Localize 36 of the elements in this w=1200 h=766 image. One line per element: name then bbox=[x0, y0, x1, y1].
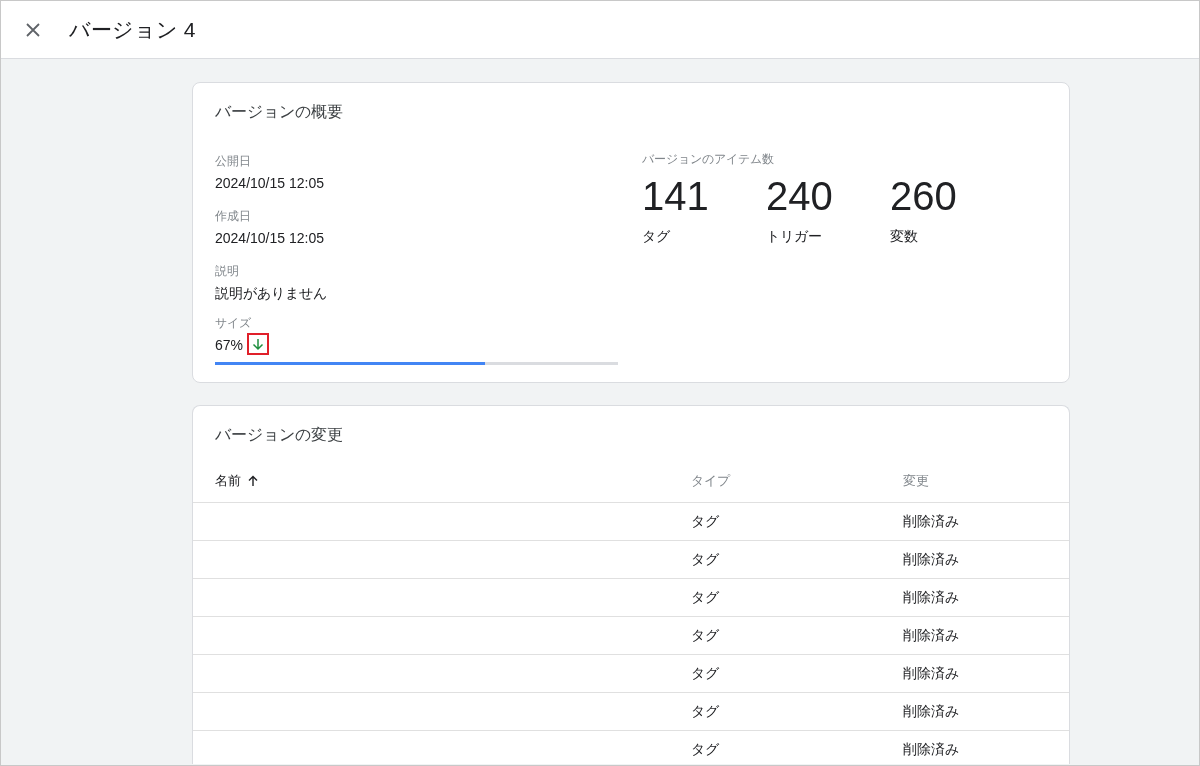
table-cell: タグ bbox=[691, 741, 719, 757]
table-cell: 削除済み bbox=[903, 551, 959, 567]
count-label: 変数 bbox=[890, 227, 919, 246]
table-cell: タグ bbox=[691, 703, 719, 719]
count-value: 240 bbox=[766, 176, 834, 216]
count-label: トリガー bbox=[766, 227, 823, 246]
table-cell: タグ bbox=[691, 589, 719, 605]
column-header: タイプ bbox=[691, 471, 730, 490]
table-cell: タグ bbox=[691, 551, 719, 567]
field-label: 説明 bbox=[215, 263, 240, 280]
card-title: バージョンの概要 bbox=[214, 102, 344, 122]
table-cell: 削除済み bbox=[903, 703, 959, 719]
field-value: 2024/10/15 12:05 bbox=[215, 229, 325, 248]
column-header: 名前 bbox=[215, 471, 241, 490]
column-header: 変更 bbox=[903, 471, 929, 490]
size-reading: 67% bbox=[215, 335, 244, 355]
table-cell: タグ bbox=[691, 513, 719, 529]
table-cell: 削除済み bbox=[903, 627, 959, 643]
field-label: 公開日 bbox=[215, 153, 252, 170]
items-label: バージョンのアイテム数 bbox=[642, 151, 775, 168]
field-value: 2024/10/15 12:05 bbox=[215, 174, 325, 193]
card-title: バージョンの変更 bbox=[214, 425, 344, 445]
field-label: 作成日 bbox=[215, 208, 252, 225]
table-cell: タグ bbox=[691, 627, 719, 643]
table-cell: 削除済み bbox=[903, 741, 959, 757]
table-cell: 削除済み bbox=[903, 589, 959, 605]
count-value: 141 bbox=[642, 176, 710, 216]
field-label: サイズ bbox=[215, 315, 252, 332]
table-cell: 削除済み bbox=[903, 513, 959, 529]
count-label: タグ bbox=[642, 227, 671, 246]
count-value: 260 bbox=[890, 176, 958, 216]
table-cell: タグ bbox=[691, 665, 719, 681]
page-title: バージョン 4 bbox=[69, 16, 196, 43]
table-cell: 削除済み bbox=[903, 665, 959, 681]
sort-arrow-icon[interactable] bbox=[247, 474, 259, 487]
field-value: 説明がありません bbox=[215, 284, 328, 303]
